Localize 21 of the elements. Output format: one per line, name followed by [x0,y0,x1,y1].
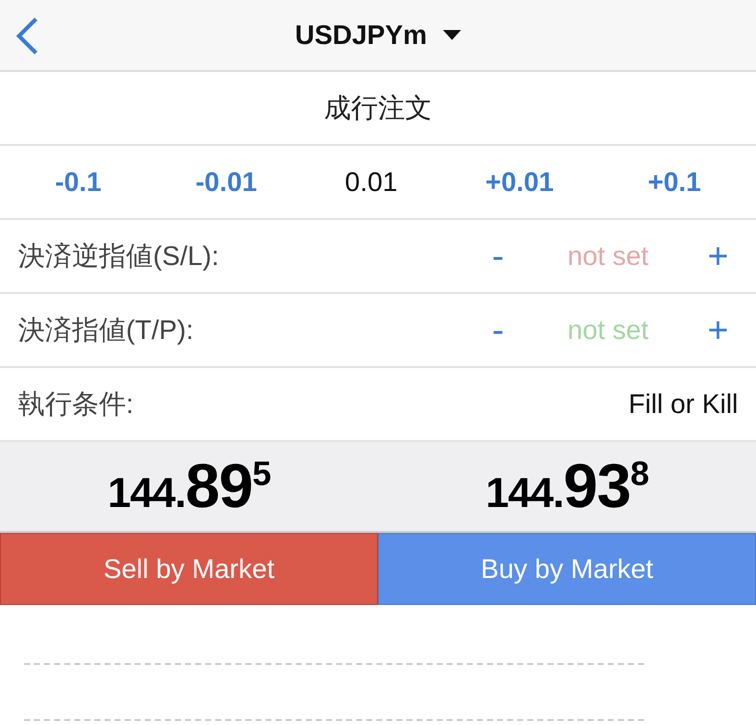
volume-step-button[interactable]: -0.01 [189,160,263,204]
increase-button[interactable]: + [688,237,748,275]
sell-button[interactable]: Sell by Market [0,533,378,605]
price-quote: 144.89$^{5}$ [108,451,270,523]
volume-step-button[interactable]: +0.1 [642,160,707,204]
price-quote: 144.93$^{8}$ [486,451,648,523]
symbol-dropdown[interactable]: USDJPYm [288,14,468,56]
decrease-button[interactable]: - [468,237,528,275]
volume-value: 0.01 [344,166,398,199]
back-button[interactable] [14,16,40,56]
level-label: 決済指値(T/P): [17,314,194,347]
level-label: 決済逆指値(S/L): [17,240,220,273]
fill-policy-value[interactable]: Fill or Kill [628,384,756,424]
order-type-label: 成行注文 [324,92,432,125]
volume-step-button[interactable]: +0.01 [479,160,560,204]
buy-button[interactable]: Buy by Market [378,533,756,605]
caret-icon [443,30,462,40]
increase-button[interactable]: + [688,311,748,349]
decrease-button[interactable]: - [468,311,528,349]
fill-policy-label: 執行条件: [17,388,134,421]
volume-step-button[interactable]: -0.1 [48,160,108,204]
